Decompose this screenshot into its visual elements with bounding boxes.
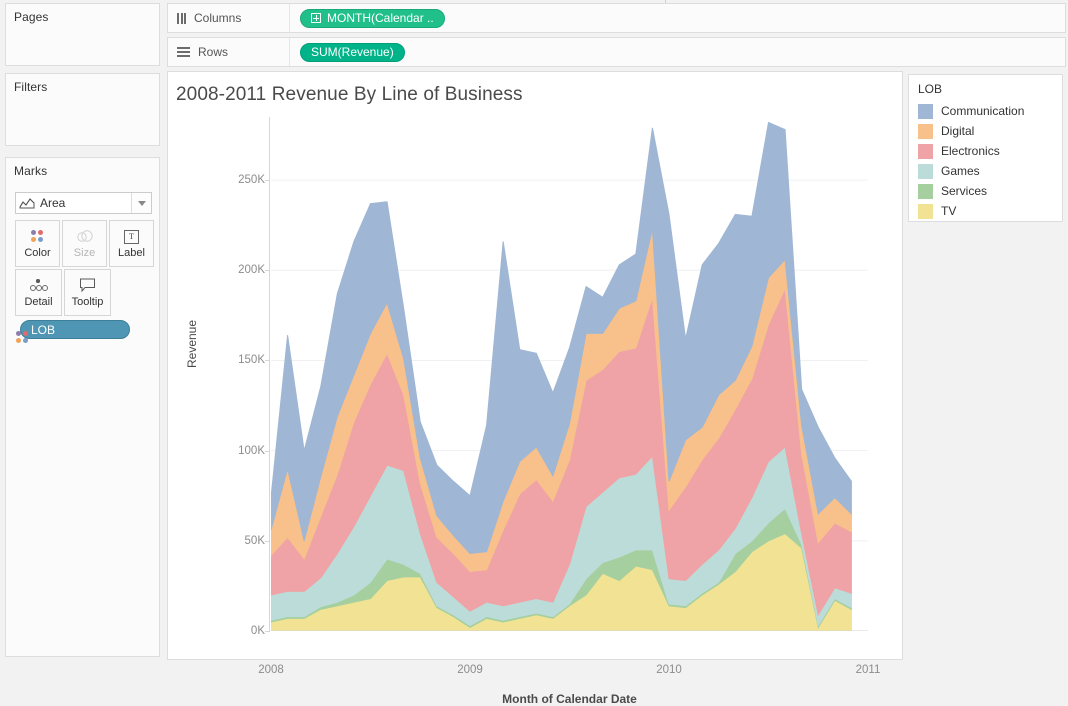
legend-item-label: Games: [941, 164, 980, 178]
rows-drop-zone[interactable]: SUM(Revenue): [290, 38, 1065, 66]
legend-item[interactable]: Games: [909, 161, 1062, 181]
x-tick-label: 2010: [656, 664, 682, 676]
rows-shelf[interactable]: Rows SUM(Revenue): [167, 37, 1066, 67]
legend-item[interactable]: Electronics: [909, 141, 1062, 161]
marks-card: Marks Area Color: [5, 157, 160, 657]
legend-items: Communication Digital Electronics Games Serv…: [909, 101, 1062, 221]
legend-swatch: [918, 144, 933, 159]
tableau-worksheet-window: Pages Filters Marks Area: [0, 0, 1068, 663]
size-circles-icon: [76, 228, 93, 245]
color-dots-icon: [30, 228, 45, 245]
label-button[interactable]: T Label: [109, 220, 154, 267]
color-button[interactable]: Color: [15, 220, 60, 267]
legend-item[interactable]: TV: [909, 201, 1062, 221]
columns-shelf-label: Columns: [168, 4, 290, 32]
legend-item-label: Communication: [941, 104, 1024, 118]
legend-item[interactable]: Services: [909, 181, 1062, 201]
color-button-label: Color: [24, 248, 50, 259]
y-axis-title: Revenue: [185, 320, 199, 368]
legend-title: LOB: [909, 75, 1062, 101]
x-axis-title: Month of Calendar Date: [271, 692, 868, 706]
x-axis-ticks: 2008200920102011: [271, 664, 868, 680]
chart-title: 2008-2011 Revenue By Line of Business: [176, 84, 523, 106]
columns-icon: [177, 13, 186, 24]
y-axis-ticks: 0K50K100K150K200K250K: [198, 117, 265, 631]
pages-card[interactable]: Pages: [5, 3, 160, 66]
columns-drop-zone[interactable]: MONTH(Calendar ..: [290, 4, 1065, 32]
pill-month-calendar-date[interactable]: MONTH(Calendar ..: [300, 9, 445, 28]
filters-card-title: Filters: [6, 74, 159, 94]
y-axis-line: [269, 117, 270, 631]
left-shelf-panel: Pages Filters Marks Area: [0, 0, 165, 663]
pages-card-title: Pages: [6, 4, 159, 24]
legend-swatch: [918, 204, 933, 219]
y-tick-label: 250K: [238, 174, 265, 186]
legend-swatch: [918, 104, 933, 119]
mark-type-label: Area: [38, 196, 131, 210]
columns-label-text: Columns: [194, 11, 241, 25]
legend-item[interactable]: Digital: [909, 121, 1062, 141]
x-tick-label: 2011: [856, 664, 881, 676]
detail-button-label: Detail: [24, 297, 52, 308]
label-text-icon: T: [124, 228, 139, 245]
tooltip-button-label: Tooltip: [72, 297, 104, 308]
legend-item-label: Electronics: [941, 144, 1000, 158]
marks-buttons: Color Size T: [15, 220, 154, 318]
y-tick-label: 150K: [238, 354, 265, 366]
size-button-label: Size: [74, 248, 95, 259]
area-chart-icon: [16, 198, 38, 209]
legend-swatch: [918, 164, 933, 179]
y-tick-label: 50K: [245, 535, 265, 547]
y-tick-label: 200K: [238, 264, 265, 276]
y-tick-label: 0K: [251, 625, 265, 637]
legend-swatch: [918, 124, 933, 139]
legend-item[interactable]: Communication: [909, 101, 1062, 121]
detail-dots-icon: [30, 277, 48, 294]
columns-shelf[interactable]: Columns MONTH(Calendar ..: [167, 3, 1066, 33]
legend-item-label: Services: [941, 184, 987, 198]
worksheet-view: 2008-2011 Revenue By Line of Business Re…: [167, 71, 903, 660]
size-button[interactable]: Size: [62, 220, 107, 267]
legend-swatch: [918, 184, 933, 199]
marks-color-pill-row: LOB: [15, 320, 130, 339]
x-tick-label: 2009: [457, 664, 483, 676]
mark-type-dropdown[interactable]: Area: [15, 192, 152, 214]
tooltip-balloon-icon: [79, 277, 96, 294]
marks-card-title: Marks: [6, 158, 159, 178]
pill-sum-revenue[interactable]: SUM(Revenue): [300, 43, 405, 62]
rows-shelf-label: Rows: [168, 38, 290, 66]
pill-month-label: MONTH(Calendar ..: [327, 11, 434, 25]
y-tick-mark: [265, 631, 270, 632]
label-button-label: Label: [118, 248, 145, 259]
rows-icon: [177, 47, 190, 58]
plot-area[interactable]: [271, 117, 868, 631]
y-tick-label: 100K: [238, 445, 265, 457]
tooltip-button[interactable]: Tooltip: [64, 269, 111, 316]
legend-item-label: Digital: [941, 124, 974, 138]
rows-label-text: Rows: [198, 45, 228, 59]
chevron-down-icon[interactable]: [131, 193, 151, 213]
color-legend-card: LOB Communication Digital Electronics Games…: [908, 74, 1063, 222]
stacked-area-chart[interactable]: [271, 117, 868, 631]
expand-plus-icon[interactable]: [311, 13, 321, 23]
pill-lob[interactable]: LOB: [20, 320, 130, 339]
filters-card[interactable]: Filters: [5, 73, 160, 146]
detail-button[interactable]: Detail: [15, 269, 62, 316]
legend-item-label: TV: [941, 204, 956, 218]
x-tick-label: 2008: [258, 664, 284, 676]
